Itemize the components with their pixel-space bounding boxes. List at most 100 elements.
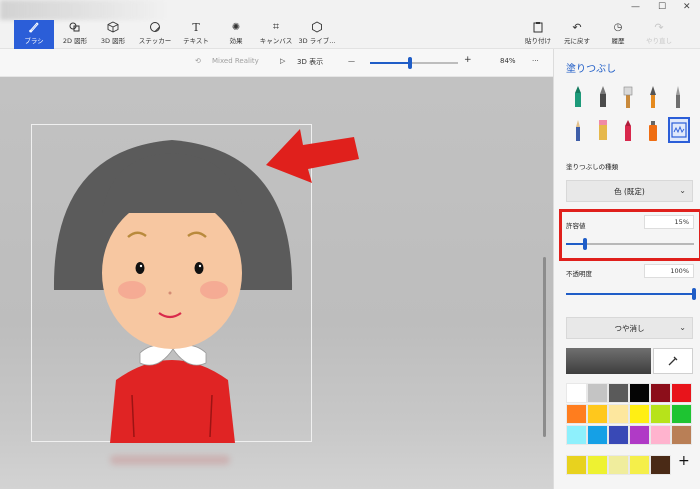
close-button[interactable]: ✕	[683, 2, 691, 12]
tool-effects[interactable]: ✺ 効果	[222, 20, 250, 49]
color-swatch[interactable]	[566, 383, 587, 403]
add-color-button[interactable]: +	[678, 453, 690, 469]
color-swatch[interactable]	[629, 425, 650, 445]
calligraphy-pen-brush[interactable]	[592, 84, 614, 110]
opacity-slider-thumb[interactable]	[692, 288, 696, 300]
color-swatch[interactable]	[587, 404, 608, 424]
zoom-slider-thumb[interactable]	[408, 57, 412, 69]
tool-history[interactable]: ◷ 履歴	[604, 20, 632, 49]
tolerance-slider[interactable]	[566, 238, 694, 250]
oil-brush[interactable]	[617, 84, 639, 110]
color-swatch[interactable]	[671, 425, 692, 445]
tolerance-slider-thumb[interactable]	[583, 238, 587, 250]
pixel-pen-brush[interactable]	[667, 84, 689, 110]
tool-text[interactable]: T テキスト	[180, 20, 212, 49]
tolerance-input[interactable]: 15%	[644, 215, 694, 229]
opacity-input[interactable]: 100%	[644, 264, 694, 278]
opacity-label: 不透明度	[566, 270, 592, 278]
fill-panel: 塗りつぶし 塗りつぶしの種類 色 (既定) ⌄ 許容値 15% 不透明度 100…	[553, 49, 700, 489]
zoom-in-button[interactable]: +	[464, 55, 472, 65]
color-swatch[interactable]	[629, 404, 650, 424]
canvas-icon: ⌗	[272, 20, 280, 33]
tool-redo-label: やり直し	[646, 37, 672, 45]
tool-2d-shapes[interactable]: 2D 図形	[58, 20, 92, 49]
tool-sticker-label: ステッカー	[138, 37, 172, 45]
zoom-slider[interactable]	[370, 57, 458, 69]
tool-history-label: 履歴	[611, 37, 625, 45]
color-swatch[interactable]	[587, 383, 608, 403]
eyedropper-icon	[668, 356, 678, 366]
tool-3d-shapes[interactable]: 3D 図形	[96, 20, 130, 49]
fill-type-label: 塗りつぶしの種類	[566, 163, 619, 171]
tool-3d-shapes-label: 3D 図形	[100, 37, 126, 45]
zoom-out-button[interactable]: —	[348, 57, 355, 65]
color-swatch[interactable]	[671, 383, 692, 403]
color-swatch[interactable]	[608, 404, 629, 424]
color-swatch[interactable]	[650, 383, 671, 403]
zoom-slider-fill	[370, 62, 410, 64]
tool-effects-label: 効果	[229, 37, 243, 45]
history-icon: ◷	[613, 21, 623, 33]
eraser-brush[interactable]	[592, 117, 614, 143]
tool-brush-label: ブラシ	[24, 37, 44, 45]
tool-sticker[interactable]: ステッカー	[136, 20, 174, 49]
color-swatch[interactable]	[629, 383, 650, 403]
eyedropper-button[interactable]	[653, 348, 693, 374]
color-swatch[interactable]	[566, 425, 587, 445]
tool-paste[interactable]: 貼り付け	[522, 20, 554, 49]
custom-color-swatch[interactable]	[629, 455, 650, 475]
minimize-button[interactable]: —	[631, 2, 640, 12]
annotation-arrow	[266, 129, 359, 183]
paste-icon	[532, 21, 544, 33]
finish-value: つや消し	[614, 323, 645, 333]
canvas-shadow	[110, 455, 230, 465]
more-button[interactable]: ···	[532, 57, 539, 65]
effects-icon: ✺	[231, 21, 241, 33]
tool-brush[interactable]: ブラシ	[14, 20, 54, 49]
color-swatch[interactable]	[566, 404, 587, 424]
color-swatch[interactable]	[650, 404, 671, 424]
pencil-brush[interactable]	[567, 117, 589, 143]
color-swatch[interactable]	[650, 425, 671, 445]
color-swatch[interactable]	[587, 425, 608, 445]
watercolor-brush[interactable]	[642, 84, 664, 110]
chevron-down-icon: ⌄	[679, 323, 686, 332]
maximize-button[interactable]: ☐	[658, 2, 666, 12]
custom-color-swatch[interactable]	[587, 455, 608, 475]
zoom-value: 84%	[500, 57, 516, 65]
color-swatch[interactable]	[608, 425, 629, 445]
current-color-preview[interactable]	[566, 348, 651, 374]
color-swatch[interactable]	[671, 404, 692, 424]
view-3d-button[interactable]: 3D 表示	[297, 57, 323, 67]
spray-can-brush[interactable]	[642, 117, 664, 143]
tool-paste-label: 貼り付け	[525, 37, 551, 45]
fill-bucket-brush[interactable]	[668, 117, 690, 143]
2d-shapes-icon	[69, 21, 81, 33]
panel-title: 塗りつぶし	[566, 64, 617, 75]
tool-redo[interactable]: ↷ やり直し	[642, 20, 676, 49]
custom-color-swatch[interactable]	[650, 455, 671, 475]
tool-undo[interactable]: ↶ 元に戻す	[560, 20, 594, 49]
tool-3d-library[interactable]: 3D ライブ...	[298, 20, 336, 49]
crayon-brush[interactable]	[617, 117, 639, 143]
redo-icon: ↷	[654, 20, 664, 34]
opacity-slider[interactable]	[566, 288, 696, 300]
vertical-scrollbar[interactable]	[543, 257, 546, 437]
mixed-reality-button[interactable]: Mixed Reality	[212, 57, 259, 65]
view-3d-icon: ▷	[280, 57, 286, 65]
workspace[interactable]	[0, 77, 553, 489]
tolerance-label: 許容値	[566, 222, 586, 230]
color-swatch[interactable]	[608, 383, 629, 403]
marker-brush[interactable]	[567, 84, 589, 110]
brush-icon	[28, 21, 40, 33]
chevron-down-icon: ⌄	[679, 186, 686, 195]
fill-type-dropdown[interactable]: 色 (既定) ⌄	[566, 180, 693, 202]
custom-color-swatch[interactable]	[566, 455, 587, 475]
finish-dropdown[interactable]: つや消し ⌄	[566, 317, 693, 339]
tool-canvas-label: キャンバス	[259, 37, 293, 45]
toolbar: ブラシ 2D 図形 3D 図形 ステッカー T テキスト ✺ 効果 ⌗ キャンバ…	[0, 0, 700, 49]
tool-canvas[interactable]: ⌗ キャンバス	[258, 20, 294, 49]
mixed-reality-icon: ⟲	[195, 57, 201, 65]
view-bar: ⟲ Mixed Reality ▷ 3D 表示 — + 84% ···	[0, 49, 553, 77]
custom-color-swatch[interactable]	[608, 455, 629, 475]
